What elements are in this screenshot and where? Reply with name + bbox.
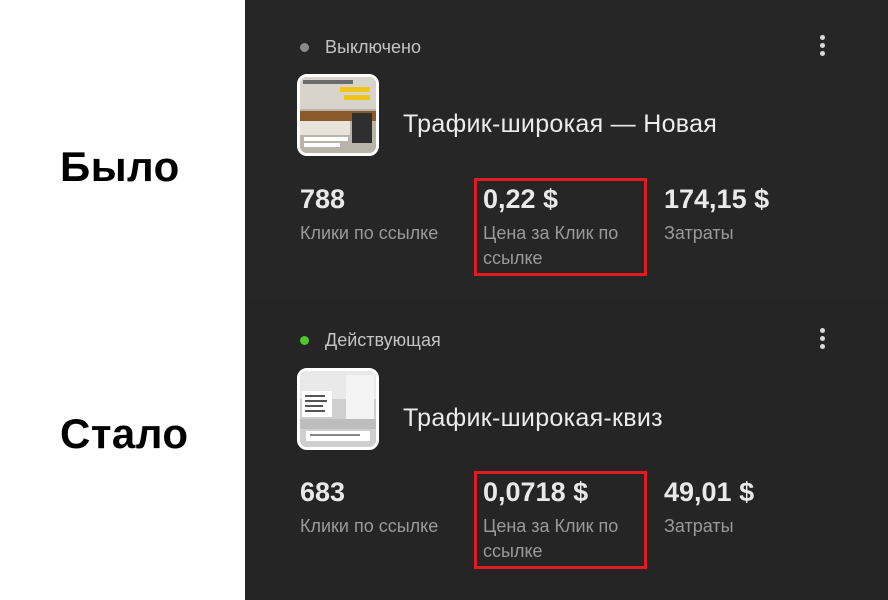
status-active-dot-icon bbox=[300, 335, 309, 345]
ad-thumbnail[interactable] bbox=[297, 74, 379, 156]
campaign-name[interactable]: Трафик-широкая-квиз bbox=[403, 404, 663, 433]
metric-value: 174,15 $ bbox=[664, 184, 770, 214]
kebab-menu-icon[interactable] bbox=[817, 328, 829, 354]
metric-label: Клики по ссылке bbox=[300, 223, 439, 243]
metric-value: 788 bbox=[300, 184, 346, 214]
status-row: Выключено bbox=[300, 37, 421, 57]
metric-label: Цена за Клик по ссылке bbox=[483, 223, 619, 268]
metric-spend: 174,15 $ Затраты bbox=[664, 184, 769, 246]
campaign-card-before[interactable]: Выключено Трафик-широкая — Новая 788 Кли… bbox=[245, 0, 888, 298]
metric-cost-per-click: 0,0718 $ Цена за Клик по ссылке bbox=[483, 477, 643, 564]
metric-link-clicks: 683 Клики по ссылке bbox=[300, 477, 438, 539]
metric-value: 683 bbox=[300, 477, 346, 507]
after-label: Стало bbox=[60, 410, 189, 457]
status-text: Действующая bbox=[325, 329, 441, 350]
metric-link-clicks: 788 Клики по ссылке bbox=[300, 184, 438, 246]
status-text: Выключено bbox=[325, 36, 421, 57]
metric-spend: 49,01 $ Затраты bbox=[664, 477, 754, 539]
metric-label: Клики по ссылке bbox=[300, 516, 439, 536]
kitchen-image-icon bbox=[300, 371, 376, 447]
before-label: Было bbox=[60, 143, 180, 190]
kitchen-image-icon bbox=[300, 77, 376, 153]
metric-cost-per-click: 0,22 $ Цена за Клик по ссылке bbox=[483, 184, 643, 271]
status-row: Действующая bbox=[300, 330, 441, 350]
status-off-dot-icon bbox=[300, 42, 309, 52]
metric-label: Цена за Клик по ссылке bbox=[483, 516, 619, 561]
ad-thumbnail[interactable] bbox=[297, 368, 379, 450]
kebab-menu-icon[interactable] bbox=[817, 35, 829, 61]
metric-label: Затраты bbox=[664, 223, 734, 243]
metric-label: Затраты bbox=[664, 516, 734, 536]
metric-value: 0,0718 $ bbox=[483, 477, 589, 507]
campaign-name[interactable]: Трафик-широкая — Новая bbox=[403, 110, 717, 139]
metric-value: 0,22 $ bbox=[483, 184, 559, 214]
campaign-card-after[interactable]: Действующая Трафик-широкая-квиз 683 Клик… bbox=[245, 298, 888, 600]
metric-value: 49,01 $ bbox=[664, 477, 755, 507]
